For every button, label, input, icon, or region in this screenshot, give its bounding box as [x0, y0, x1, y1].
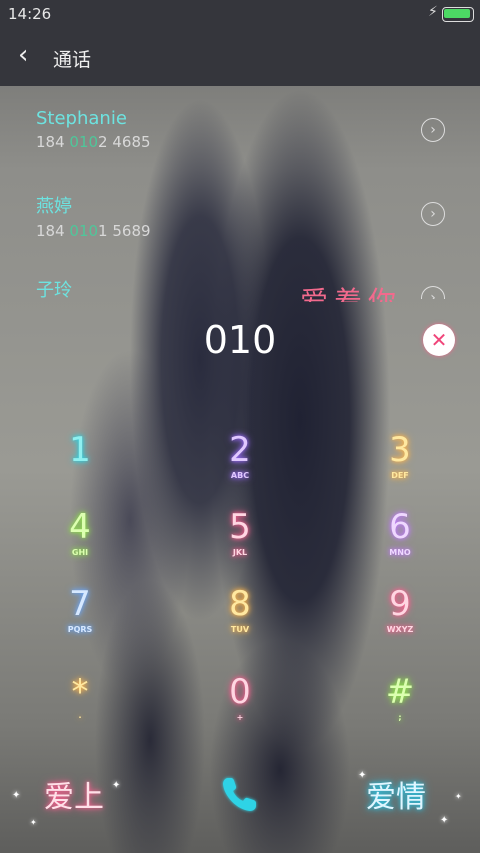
contact-item[interactable]: Stephanie 184 0102 4685: [36, 108, 151, 151]
contact-number: 184 0101 5689: [36, 222, 151, 240]
key-0[interactable]: 0 +: [185, 672, 295, 722]
bottom-left-label: 爱上: [44, 780, 104, 815]
key-7[interactable]: 7 PQRS: [25, 584, 135, 634]
contact-item[interactable]: 燕婷 184 0101 5689: [36, 192, 151, 240]
phone-icon: [223, 778, 256, 811]
title-bar: ‹ 通话: [0, 28, 480, 86]
dialed-number-display: 010: [203, 318, 277, 362]
contact-item[interactable]: 子玲: [36, 276, 72, 302]
chevron-right-icon[interactable]: ›: [421, 202, 445, 226]
sparkle-decoration: ✦: [440, 815, 449, 826]
call-button[interactable]: [216, 770, 264, 818]
page-title: 通话: [53, 49, 92, 71]
key-hash[interactable]: # ;: [345, 672, 455, 722]
key-8[interactable]: 8 TUV: [185, 584, 295, 634]
back-arrow-icon[interactable]: ‹: [18, 42, 28, 68]
key-5[interactable]: 5 JKL: [185, 507, 295, 557]
status-time: 14:26: [8, 5, 52, 23]
decorative-text: 爱着你: [300, 285, 403, 302]
key-star[interactable]: * ·: [25, 672, 135, 722]
sparkle-decoration: ✦: [455, 792, 462, 801]
battery-icon: [442, 7, 474, 22]
contact-name: Stephanie: [36, 108, 127, 129]
sparkle-decoration: ✦: [12, 790, 21, 801]
contact-name: 燕婷: [36, 196, 72, 217]
clear-icon: ✕: [430, 328, 448, 352]
key-2[interactable]: 2 ABC: [185, 430, 295, 480]
contact-name: 子玲: [36, 280, 72, 301]
key-3[interactable]: 3 DEF: [345, 430, 455, 480]
chevron-right-icon[interactable]: ›: [421, 118, 445, 142]
status-bar: 14:26 ⚡: [0, 0, 480, 28]
key-9[interactable]: 9 WXYZ: [345, 584, 455, 634]
sparkle-decoration: ✦: [112, 780, 121, 791]
sparkle-decoration: ✦: [358, 770, 367, 781]
charging-icon: ⚡: [428, 4, 438, 20]
bottom-right-label: 爱情: [366, 780, 426, 815]
sparkle-decoration: ✦: [30, 818, 37, 827]
contact-number: 184 0102 4685: [36, 133, 151, 151]
key-1[interactable]: 1: [25, 430, 135, 471]
clear-button[interactable]: ✕: [423, 324, 455, 356]
key-6[interactable]: 6 MNO: [345, 507, 455, 557]
key-4[interactable]: 4 GHI: [25, 507, 135, 557]
